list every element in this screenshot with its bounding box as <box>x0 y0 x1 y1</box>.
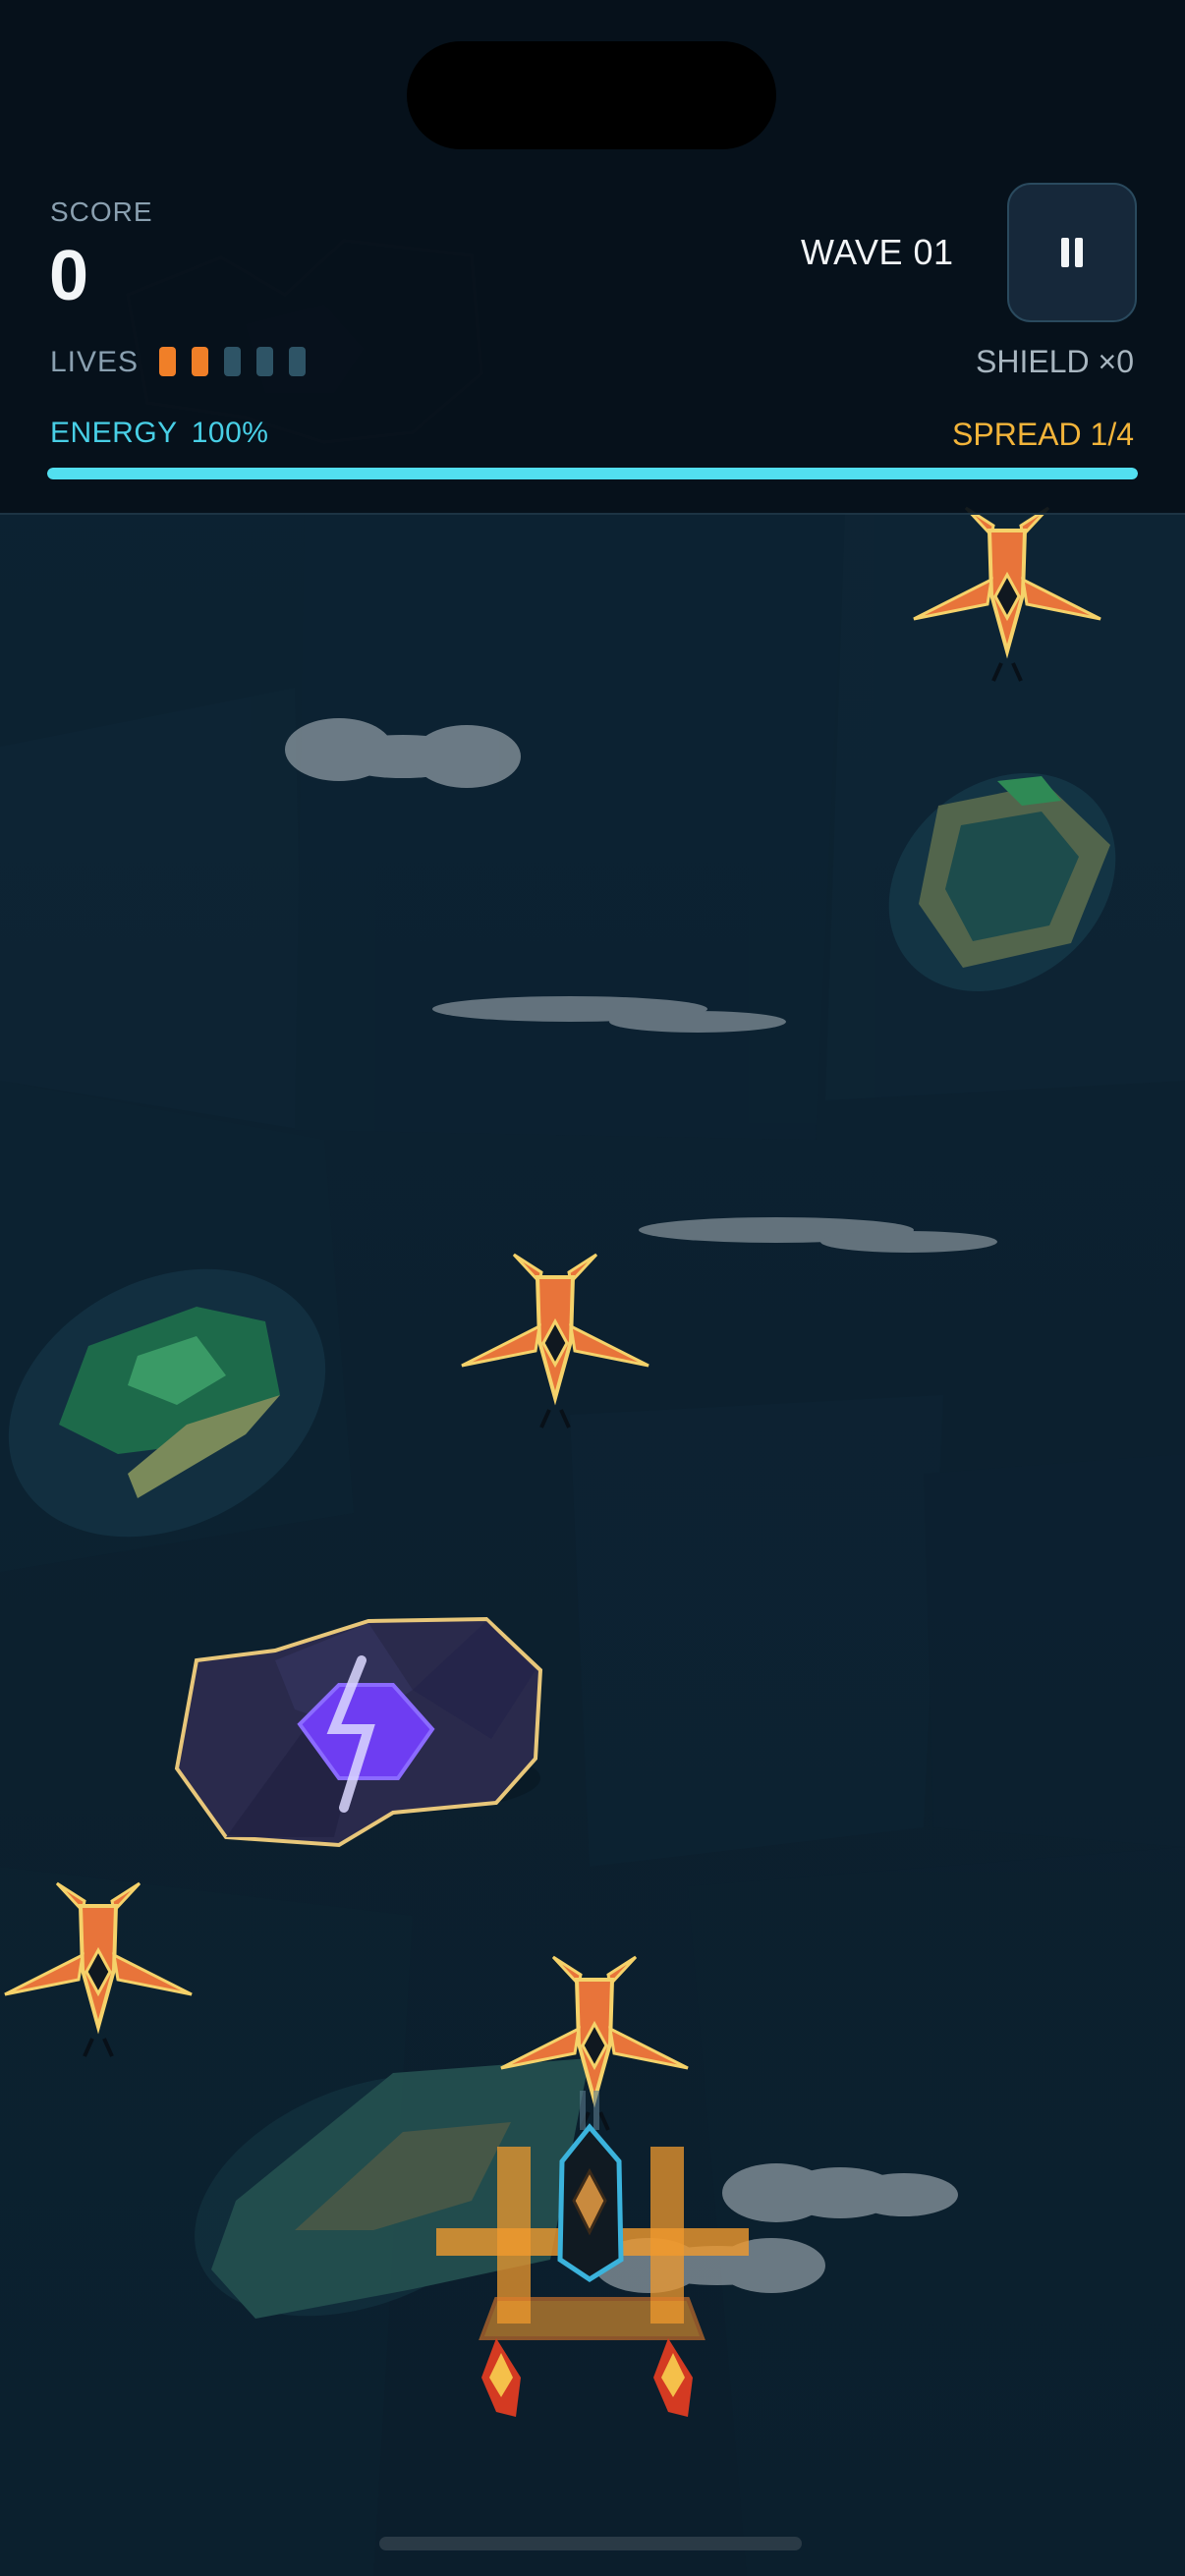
shield-counter: SHIELD ×0 <box>976 344 1134 379</box>
wave-label: WAVE 01 <box>801 232 954 272</box>
energy-bar <box>47 468 1138 479</box>
enemy-fighter <box>461 1253 649 1428</box>
score-label: SCORE <box>50 196 153 227</box>
dynamic-island <box>407 41 776 149</box>
life-pip <box>289 347 306 376</box>
life-pip <box>159 347 176 376</box>
cloud <box>639 1217 997 1253</box>
pause-icon <box>1059 238 1085 267</box>
life-pip <box>224 347 241 376</box>
hud-panel: SCORE 0 WAVE 01 LIVES SHIELD ×0 ENERGY 10… <box>0 0 1185 515</box>
energy-bar-fill <box>47 468 1138 479</box>
score-value: 0 <box>49 237 89 315</box>
lives-label: LIVES <box>50 346 140 378</box>
game-screen[interactable]: SCORE 0 WAVE 01 LIVES SHIELD ×0 ENERGY 10… <box>0 0 1185 2576</box>
energy-powerup <box>174 1616 543 1848</box>
home-indicator[interactable] <box>379 2537 802 2550</box>
energy-value: 100% <box>191 417 269 449</box>
energy-label: ENERGY 100% <box>50 417 268 450</box>
energy-label-text: ENERGY <box>50 417 178 449</box>
lives-indicator <box>159 347 306 376</box>
pause-button[interactable] <box>1007 183 1137 322</box>
life-pip <box>192 347 208 376</box>
spread-level: SPREAD 1/4 <box>952 417 1134 452</box>
life-pip <box>256 347 273 376</box>
